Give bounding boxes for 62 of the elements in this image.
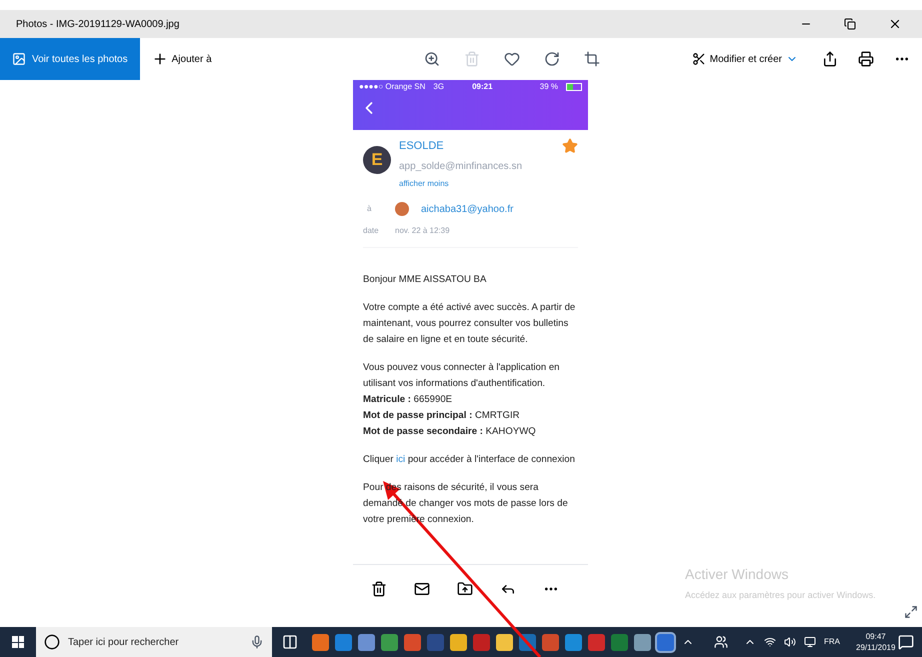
search-field[interactable]: Taper ici pour rechercher	[36, 627, 272, 657]
zoom-in-icon[interactable]	[424, 51, 440, 67]
sender-name: ESOLDE	[399, 139, 445, 154]
share-icon[interactable]	[822, 51, 838, 67]
close-icon[interactable]	[888, 17, 902, 31]
crop-icon[interactable]	[584, 51, 600, 67]
email-paragraph: Votre compte a été activé avec succès. A partir de maintenant, vous pourrez consulter vos bulletins de salaire en ligne et en toute sécurité.	[363, 300, 576, 346]
task-view-icon[interactable]	[282, 634, 298, 650]
print-icon[interactable]	[858, 51, 874, 67]
email-paragraph: Mot de passe principal : CMRTGIR	[363, 408, 521, 422]
notifications-icon[interactable]	[898, 634, 914, 650]
recipient-email[interactable]: aichaba31@yahoo.fr	[421, 202, 514, 216]
scissors-icon	[692, 52, 706, 66]
taskbar-app-icon[interactable]	[496, 634, 513, 650]
mic-icon	[250, 635, 264, 649]
heart-icon[interactable]	[504, 51, 520, 67]
date-label: date	[363, 224, 380, 236]
email-paragraph: Mot de passe secondaire : KAHOYWQ	[363, 424, 537, 438]
window-title: Photos - IMG-20191129-WA0009.jpg	[16, 18, 180, 32]
rotate-icon[interactable]	[544, 51, 560, 67]
email-paragraph: Matricule : 665990E	[363, 392, 454, 406]
plus-icon	[152, 51, 168, 67]
clock-time[interactable]: 09:47	[866, 631, 886, 642]
carrier-text: ●●●●○ Orange SN	[359, 81, 426, 93]
email-paragraph: Vous pouvez vous connecter à l'application en utilisant vos informations d'authentification.	[363, 360, 561, 390]
sender-email: app_solde@minfinances.sn	[399, 160, 522, 174]
taskbar-app-icon[interactable]	[565, 634, 582, 650]
all-photos-button[interactable]: Voir toutes les photos	[0, 38, 140, 80]
taskbar-app-icon[interactable]	[335, 634, 352, 650]
restore-icon[interactable]	[844, 18, 856, 30]
phone-time: 09:21	[472, 81, 493, 93]
battery-icon	[566, 83, 582, 91]
people-icon[interactable]	[714, 635, 728, 649]
show-less-link[interactable]: afficher moins	[399, 178, 522, 190]
here-link[interactable]: ici	[396, 454, 406, 464]
sender-avatar: E	[363, 146, 391, 174]
taskbar-app-icon[interactable]	[381, 634, 398, 650]
date-text: nov. 22 à 12:39	[395, 224, 450, 236]
taskbar-app-icon[interactable]	[450, 634, 467, 650]
email-paragraph: Cliquer ici pour accéder à l'interface de connexion	[363, 452, 576, 466]
edit-create-button[interactable]: Modifier et créer	[692, 52, 798, 66]
taskbar-app-icon[interactable]	[358, 634, 375, 650]
envelope-icon[interactable]	[414, 580, 430, 596]
taskbar-app-icon[interactable]	[312, 634, 329, 650]
search-input[interactable]: Taper ici pour rechercher	[68, 634, 242, 650]
windows-icon[interactable]	[12, 636, 24, 648]
add-to-button[interactable]: Ajouter à	[140, 51, 224, 67]
battery-text: 39 %	[540, 81, 558, 93]
to-label: à	[366, 203, 372, 215]
taskbar-app-icon[interactable]	[634, 634, 651, 650]
language-indicator[interactable]: FRA	[824, 636, 840, 648]
display-icon[interactable]	[804, 636, 816, 648]
clock-date[interactable]: 29/11/2019	[856, 642, 896, 653]
recipient-avatar	[395, 202, 409, 216]
email-paragraph: Bonjour MME AISSATOU BA	[363, 272, 488, 286]
network-text: 3G	[433, 81, 444, 93]
volume-icon[interactable]	[784, 636, 796, 648]
resize-icon[interactable]	[904, 605, 918, 619]
star-icon[interactable]	[562, 138, 578, 154]
photo-icon	[12, 52, 26, 66]
move-icon[interactable]	[457, 580, 473, 596]
trash-icon[interactable]	[371, 580, 387, 596]
